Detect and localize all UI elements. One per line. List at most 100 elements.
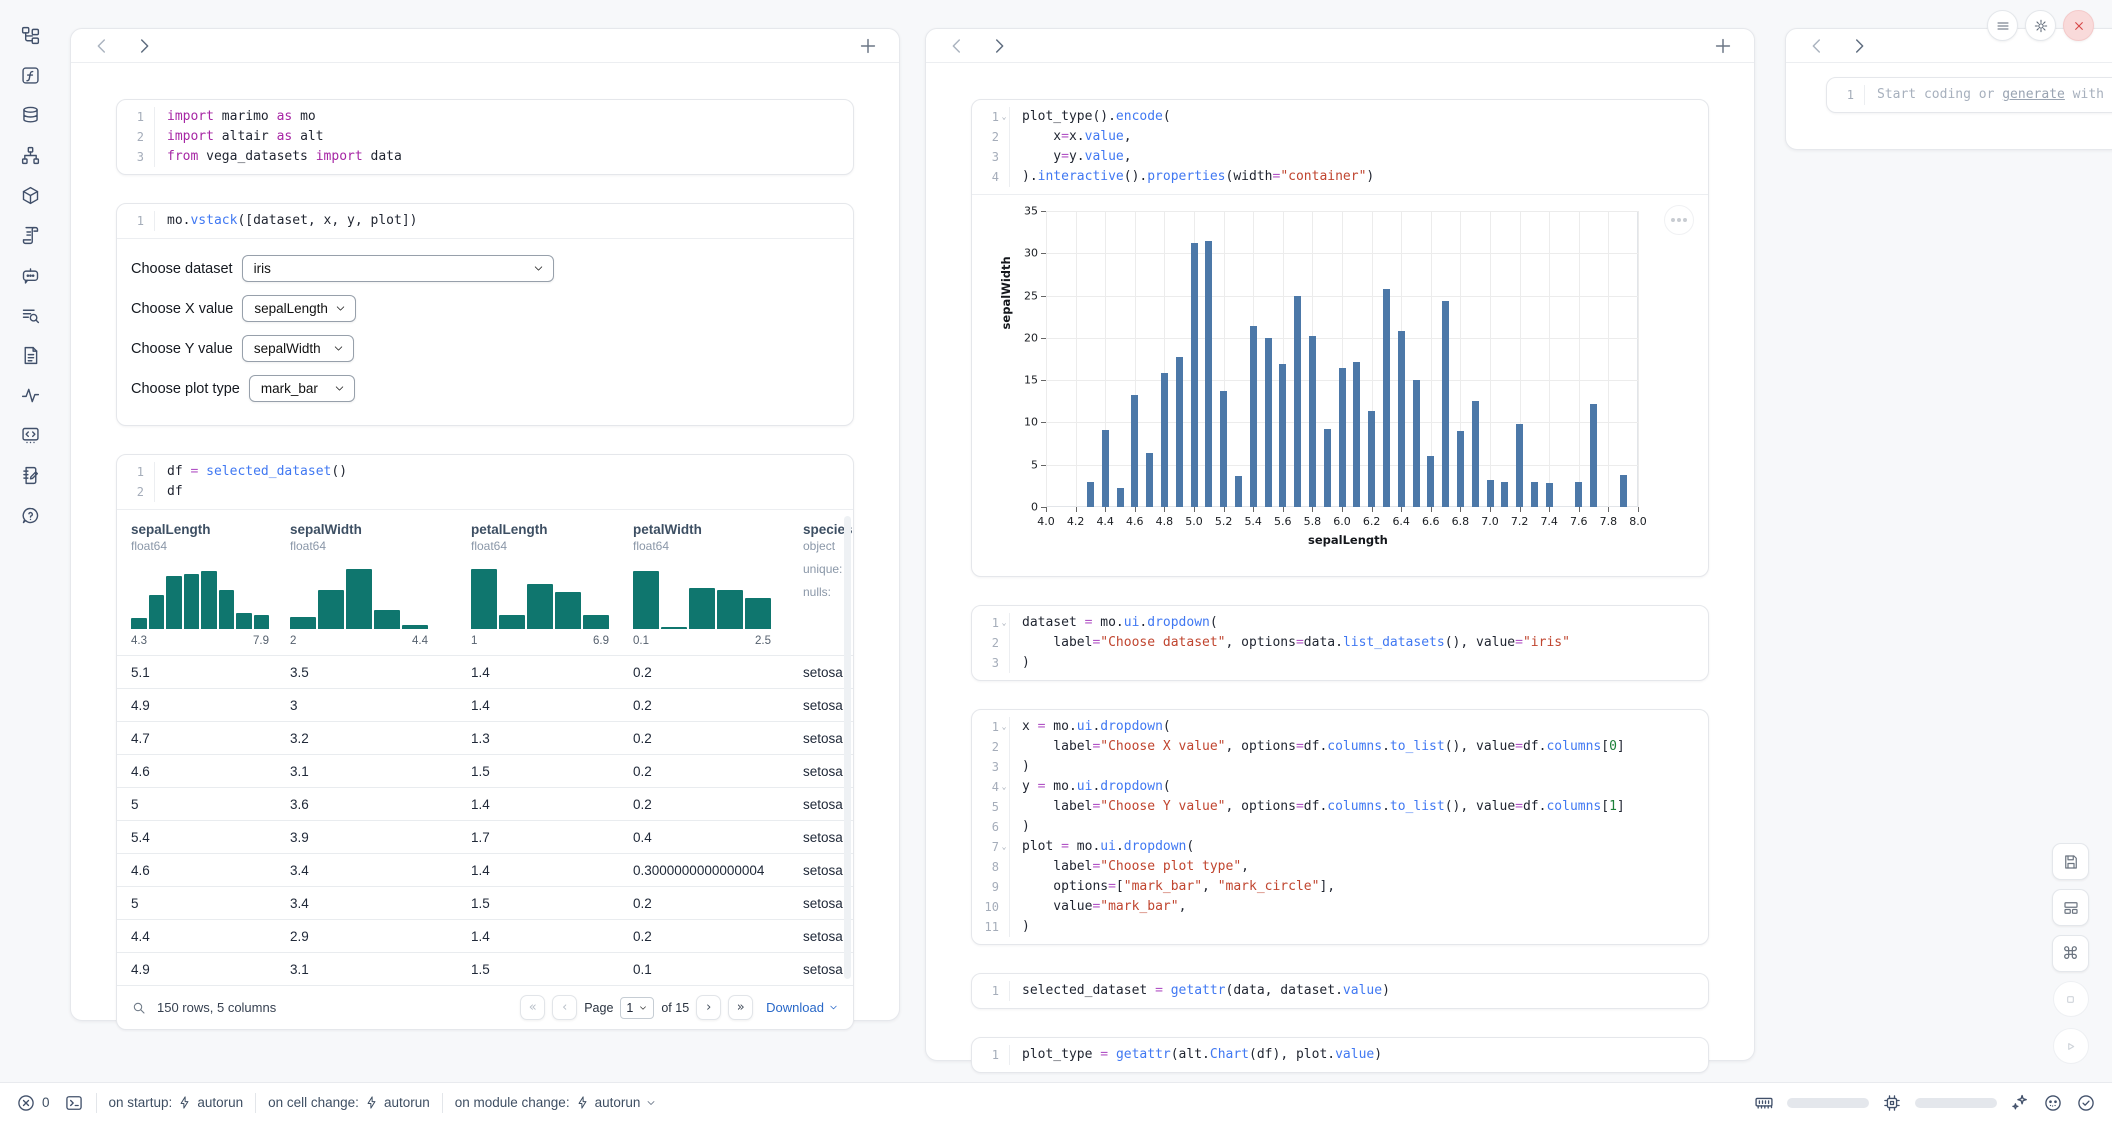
table-scrollbar[interactable] bbox=[844, 516, 851, 979]
code-editor[interactable]: 1⌄234⌄567⌄891011x = mo.ui.dropdown( labe… bbox=[972, 710, 1708, 944]
chart-actions-icon[interactable] bbox=[1664, 205, 1694, 235]
chevron-left-icon[interactable] bbox=[89, 33, 115, 59]
cell-vstack: 1mo.vstack([dataset, x, y, plot]) Choose… bbox=[116, 203, 854, 426]
code-line: ) bbox=[1022, 817, 1625, 837]
snippets-icon[interactable] bbox=[17, 342, 43, 368]
documentation-icon[interactable] bbox=[17, 302, 43, 328]
cell-xy-plot-dropdowns: 1⌄234⌄567⌄891011x = mo.ui.dropdown( labe… bbox=[971, 709, 1709, 945]
memory-usage-meter bbox=[1787, 1098, 1869, 1108]
datasources-icon[interactable] bbox=[17, 102, 43, 128]
run-button[interactable] bbox=[2053, 1028, 2089, 1064]
table-summary: 150 rows, 5 columns bbox=[157, 1000, 276, 1015]
generate-link[interactable]: generate bbox=[2002, 87, 2065, 102]
cell-plot-type: 1plot_type = getattr(alt.Chart(df), plot… bbox=[971, 1037, 1709, 1073]
code-line: x=x.value, bbox=[1022, 127, 1374, 147]
error-circle-icon bbox=[16, 1093, 36, 1113]
column-histogram bbox=[471, 567, 609, 629]
chat-icon[interactable] bbox=[17, 262, 43, 288]
chart-bar bbox=[1250, 326, 1257, 507]
code-editor[interactable]: 1⌄23dataset = mo.ui.dropdown( label="Cho… bbox=[972, 606, 1708, 680]
code-editor[interactable]: 12df = selected_dataset()df bbox=[117, 455, 853, 509]
next-page-button[interactable]: › bbox=[696, 995, 721, 1020]
close-button[interactable] bbox=[2063, 10, 2094, 41]
chevron-right-icon[interactable] bbox=[1846, 33, 1872, 59]
cell-dataset-dropdown: 1⌄23dataset = mo.ui.dropdown( label="Cho… bbox=[971, 605, 1709, 681]
add-cell-button[interactable] bbox=[855, 33, 881, 59]
code-line: mo.vstack([dataset, x, y, plot]) bbox=[167, 211, 417, 231]
dropdown-choose-plot-type[interactable]: mark_bar bbox=[249, 375, 355, 402]
column-header[interactable]: petalLength bbox=[471, 522, 619, 537]
stop-button[interactable] bbox=[2053, 981, 2089, 1017]
page-select[interactable]: 1 bbox=[620, 997, 654, 1019]
scratchpad-editor[interactable]: 1 Start coding or generate with AI bbox=[1827, 78, 2112, 112]
chart-bar bbox=[1191, 243, 1198, 507]
dropdown-choose-y-value[interactable]: sepalWidth bbox=[242, 335, 354, 362]
first-page-button[interactable]: « bbox=[520, 995, 545, 1020]
run-mode-item[interactable]: on cell change:autorun bbox=[268, 1095, 430, 1110]
dependency-graph-icon[interactable] bbox=[17, 142, 43, 168]
chart-bar bbox=[1575, 482, 1582, 507]
settings-button[interactable] bbox=[2025, 10, 2056, 41]
column-histogram bbox=[633, 567, 771, 629]
run-mode-item[interactable]: on module change:autorun bbox=[455, 1095, 658, 1110]
run-mode-value: autorun bbox=[595, 1095, 641, 1110]
shortcuts-button[interactable]: ⌘ bbox=[2052, 935, 2089, 972]
chevron-right-icon[interactable] bbox=[131, 33, 157, 59]
assistant-button[interactable] bbox=[2043, 1093, 2063, 1113]
help-icon[interactable] bbox=[17, 502, 43, 528]
download-button[interactable]: Download bbox=[766, 1000, 839, 1015]
sidebar bbox=[0, 0, 60, 1082]
last-page-button[interactable]: » bbox=[728, 995, 753, 1020]
table-row: 5.43.91.70.4setosa bbox=[117, 820, 853, 853]
code-line: x = mo.ui.dropdown( bbox=[1022, 717, 1625, 737]
chart-bar bbox=[1294, 296, 1301, 507]
chart-bar bbox=[1220, 391, 1227, 507]
panel-scratchpad: 1 Start coding or generate with AI bbox=[1785, 28, 2112, 150]
connection-status-icon[interactable] bbox=[2076, 1093, 2096, 1113]
outline-icon[interactable] bbox=[17, 422, 43, 448]
code-line: import marimo as mo bbox=[167, 107, 402, 127]
tracing-icon[interactable] bbox=[17, 382, 43, 408]
dropdown-choose-x-value[interactable]: sepalLength bbox=[242, 295, 356, 322]
layout-button[interactable] bbox=[2052, 889, 2089, 926]
logs-icon[interactable] bbox=[17, 222, 43, 248]
run-mode-value: autorun bbox=[384, 1095, 430, 1110]
file-explorer-icon[interactable] bbox=[17, 22, 43, 48]
prev-page-button[interactable]: ‹ bbox=[552, 995, 577, 1020]
code-line: label="Choose Y value", options=df.colum… bbox=[1022, 797, 1625, 817]
code-editor[interactable]: 1selected_dataset = getattr(data, datase… bbox=[972, 974, 1708, 1008]
column-header[interactable]: sepalWidth bbox=[290, 522, 457, 537]
menu-button[interactable] bbox=[1987, 10, 2018, 41]
memory-icon bbox=[1754, 1093, 1774, 1113]
ai-sparkle-button[interactable] bbox=[2010, 1093, 2030, 1113]
chevron-left-icon[interactable] bbox=[1804, 33, 1830, 59]
cpu-icon bbox=[1882, 1093, 1902, 1113]
chart-bar bbox=[1413, 380, 1420, 507]
chevron-right-icon[interactable] bbox=[986, 33, 1012, 59]
dropdown-choose-dataset[interactable]: iris bbox=[242, 255, 554, 282]
code-editor[interactable]: 1plot_type = getattr(alt.Chart(df), plot… bbox=[972, 1038, 1708, 1072]
chart-bar bbox=[1279, 364, 1286, 507]
error-indicator[interactable]: 0 bbox=[16, 1093, 50, 1113]
chart-bar bbox=[1487, 480, 1494, 507]
run-mode-item[interactable]: on startup:autorun bbox=[109, 1095, 244, 1110]
chart-bar bbox=[1398, 331, 1405, 507]
functions-icon[interactable] bbox=[17, 62, 43, 88]
add-cell-button[interactable] bbox=[1710, 33, 1736, 59]
table-row: 4.73.21.30.2setosa bbox=[117, 721, 853, 754]
chevron-left-icon[interactable] bbox=[944, 33, 970, 59]
column-header[interactable]: petalWidth bbox=[633, 522, 789, 537]
packages-icon[interactable] bbox=[17, 182, 43, 208]
save-button[interactable] bbox=[2052, 843, 2089, 880]
code-editor[interactable]: 1mo.vstack([dataset, x, y, plot]) bbox=[117, 204, 853, 238]
altair-chart[interactable]: 4.04.24.44.64.85.05.25.45.65.86.06.26.46… bbox=[972, 194, 1708, 576]
chart-bar bbox=[1339, 368, 1346, 507]
terminal-button[interactable] bbox=[64, 1093, 84, 1113]
search-icon[interactable] bbox=[131, 1000, 147, 1016]
code-line: options=["mark_bar", "mark_circle"], bbox=[1022, 877, 1625, 897]
code-editor[interactable]: 123import marimo as moimport altair as a… bbox=[117, 100, 853, 174]
scratchpad-icon[interactable] bbox=[17, 462, 43, 488]
column-header[interactable]: sepalLength bbox=[131, 522, 276, 537]
code-editor[interactable]: 1⌄234plot_type().encode( x=x.value, y=y.… bbox=[972, 100, 1708, 194]
column-histogram bbox=[131, 567, 269, 629]
